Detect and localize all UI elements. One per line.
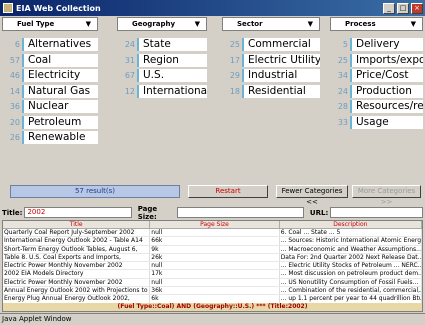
column-header-title[interactable]: Title (3, 221, 151, 228)
title-label: Title: (2, 208, 23, 217)
close-icon[interactable]: × (411, 2, 423, 14)
cell-title: Table 8. U.S. Coal Exports and Imports, (3, 253, 151, 262)
cell-title: 2002 EIA Models Directory (3, 270, 151, 278)
more-categories-button[interactable]: More Categories >> (352, 185, 421, 206)
app-icon (3, 3, 13, 13)
status-bar: Java Applet Window (0, 313, 425, 325)
category-item[interactable]: 25 Commercial (222, 37, 320, 53)
category-item[interactable]: 24 State (117, 37, 207, 53)
category-item[interactable]: 26 Renewable (2, 130, 98, 146)
column-header-page-size[interactable]: Page Size (150, 221, 280, 228)
cell-description: ... Most discussion on petroleum product… (280, 270, 423, 278)
table-row[interactable]: Table 8. U.S. Coal Exports and Imports, 2… (3, 253, 423, 263)
result-count: 57 result(s) (10, 185, 180, 198)
query-string: (Fuel Type::Coal) AND (Geography::U.S.) … (3, 303, 422, 311)
category-item[interactable]: 34 Price/Cost (330, 68, 423, 84)
column-header-process[interactable]: Process ▼ (330, 17, 423, 31)
category-item[interactable]: 67 U.S. (117, 68, 207, 84)
category-item[interactable]: 31 Region (117, 53, 207, 69)
window-title: EIA Web Collection (16, 3, 101, 13)
dropdown-arrow-icon[interactable]: ▼ (308, 20, 313, 28)
cell-title: Short-Term Energy Outlook Tables, August… (3, 245, 151, 253)
column-header-geography[interactable]: Geography ▼ (117, 17, 207, 31)
cell-page-size: 66k (150, 237, 280, 245)
fewer-categories-button[interactable]: Fewer Categories << (276, 185, 348, 206)
cell-page-size: null (150, 262, 280, 270)
column-fuel-type: Fuel Type ▼ 6 Alternatives 57 Coal 46 Elect… (2, 17, 98, 146)
table-row[interactable]: International Energy Outlook 2002 - Tabl… (3, 237, 423, 246)
category-item[interactable]: 20 Petroleum (2, 115, 98, 131)
category-item[interactable]: 46 Electricity (2, 68, 98, 84)
cell-page-size: 36k (150, 287, 280, 295)
cell-description: ... Combination of the residential, comm… (280, 287, 423, 295)
dropdown-arrow-icon[interactable]: ▼ (195, 20, 200, 28)
cell-title: Electric Power Monthly November 2002 (3, 278, 151, 287)
table-row[interactable]: Electric Power Monthly November 2002 null… (3, 262, 423, 271)
category-item[interactable]: 14 Natural Gas (2, 84, 98, 100)
table-row[interactable]: Short-Term Energy Outlook Tables, August… (3, 245, 422, 254)
result-bar: 57 result(s) Restart Fewer Categories <<… (2, 185, 423, 206)
category-panel: Fuel Type ▼ 6 Alternatives 57 Coal 46 Elect… (2, 17, 423, 181)
cell-title: Annual Energy Outlook 2002 with Projecti… (3, 287, 151, 295)
category-item[interactable]: 5 Delivery (330, 37, 423, 53)
table-row[interactable]: 2002 EIA Models Directory 17k... Most dis… (3, 270, 423, 279)
cell-description: ... Electric Utility Stocks of Petroleum… (280, 262, 423, 270)
column-header-description[interactable]: Description (280, 221, 422, 228)
category-item[interactable]: 24 Production (330, 84, 423, 100)
page-size-label: Page Size: (137, 204, 158, 221)
cell-page-size: null (150, 229, 280, 237)
cell-description: ... US Nonutility Consumption of Fossil … (280, 278, 422, 287)
cell-description: Data For: 2nd Quarter 2002 Next Release … (280, 253, 423, 262)
maximize-icon[interactable]: □ (397, 2, 409, 14)
category-item[interactable]: 25Imports/exports (330, 53, 423, 69)
column-header-sector[interactable]: Sector ▼ (222, 17, 320, 31)
category-item[interactable]: 57 Coal (2, 53, 98, 69)
table-row[interactable]: Annual Energy Outlook 2002 with Projecti… (3, 287, 423, 296)
search-fields: Title: 2002 Page Size: URL: (2, 204, 423, 221)
category-item[interactable]: 12 International (117, 84, 207, 100)
column-header-fuel-type[interactable]: Fuel Type ▼ (2, 17, 98, 31)
cell-page-size: 26k (150, 253, 280, 262)
category-item[interactable]: 18 Residential (222, 84, 320, 100)
column-process: Process ▼ 5Delivery 25Imports/exports 34… (330, 17, 423, 130)
table-body: Quarterly Coal Report July-September 200… (3, 229, 423, 311)
url-field[interactable] (330, 207, 423, 218)
category-item[interactable]: 36 Nuclear (2, 99, 98, 115)
restart-button[interactable]: Restart (188, 185, 268, 198)
cell-page-size: 9k (150, 245, 280, 253)
dropdown-arrow-icon[interactable]: ▼ (411, 20, 416, 28)
cell-title: International Energy Outlook 2002 - Tabl… (3, 237, 151, 245)
column-geography: Geography ▼ 24 State 31 Region 67 U.S. 12 In… (117, 17, 207, 99)
category-item[interactable]: 6 Alternatives (2, 37, 98, 53)
cell-page-size: 6k (150, 295, 280, 303)
minimize-icon[interactable]: _ (383, 2, 395, 14)
url-label: URL: (309, 208, 329, 217)
window-titlebar[interactable]: EIA Web Collection _ □ × (0, 0, 425, 16)
cell-description: ... Sources: Historic International Atom… (280, 237, 423, 245)
cell-page-size: 17k (150, 270, 280, 278)
cell-title: Energy Plug Annual Energy Outlook 2002, (3, 295, 151, 303)
results-table: Title Page Size Description Quarterly Co… (2, 220, 423, 312)
cell-description: ... Macroeconomic and Weather Assumption… (280, 245, 422, 253)
page-size-field[interactable] (176, 207, 304, 218)
category-item[interactable]: 17 Electric Utility (222, 53, 320, 69)
cell-title: Quarterly Coal Report July-September 200… (3, 229, 151, 237)
column-sector: Sector ▼ 25 Commercial 17 Electric Utility… (222, 17, 320, 99)
dropdown-arrow-icon[interactable]: ▼ (86, 20, 91, 28)
title-field[interactable]: 2002 (24, 207, 132, 218)
cell-description: ... up 1.1 percent per year to 44 quadri… (280, 295, 423, 303)
category-item[interactable]: 33 Usage (330, 115, 423, 131)
cell-page-size: null (150, 278, 280, 287)
cell-title: Electric Power Monthly November 2002 (3, 262, 151, 270)
category-item[interactable]: 28Resources/reserves (330, 99, 423, 115)
table-row[interactable]: Quarterly Coal Report July-September 200… (3, 229, 422, 238)
table-row[interactable]: Electric Power Monthly November 2002 null… (3, 278, 422, 288)
table-header: Title Page Size Description (3, 221, 422, 229)
category-item[interactable]: 29 Industrial (222, 68, 320, 84)
cell-description: 6. Coal ... State ... 5 (280, 229, 422, 237)
